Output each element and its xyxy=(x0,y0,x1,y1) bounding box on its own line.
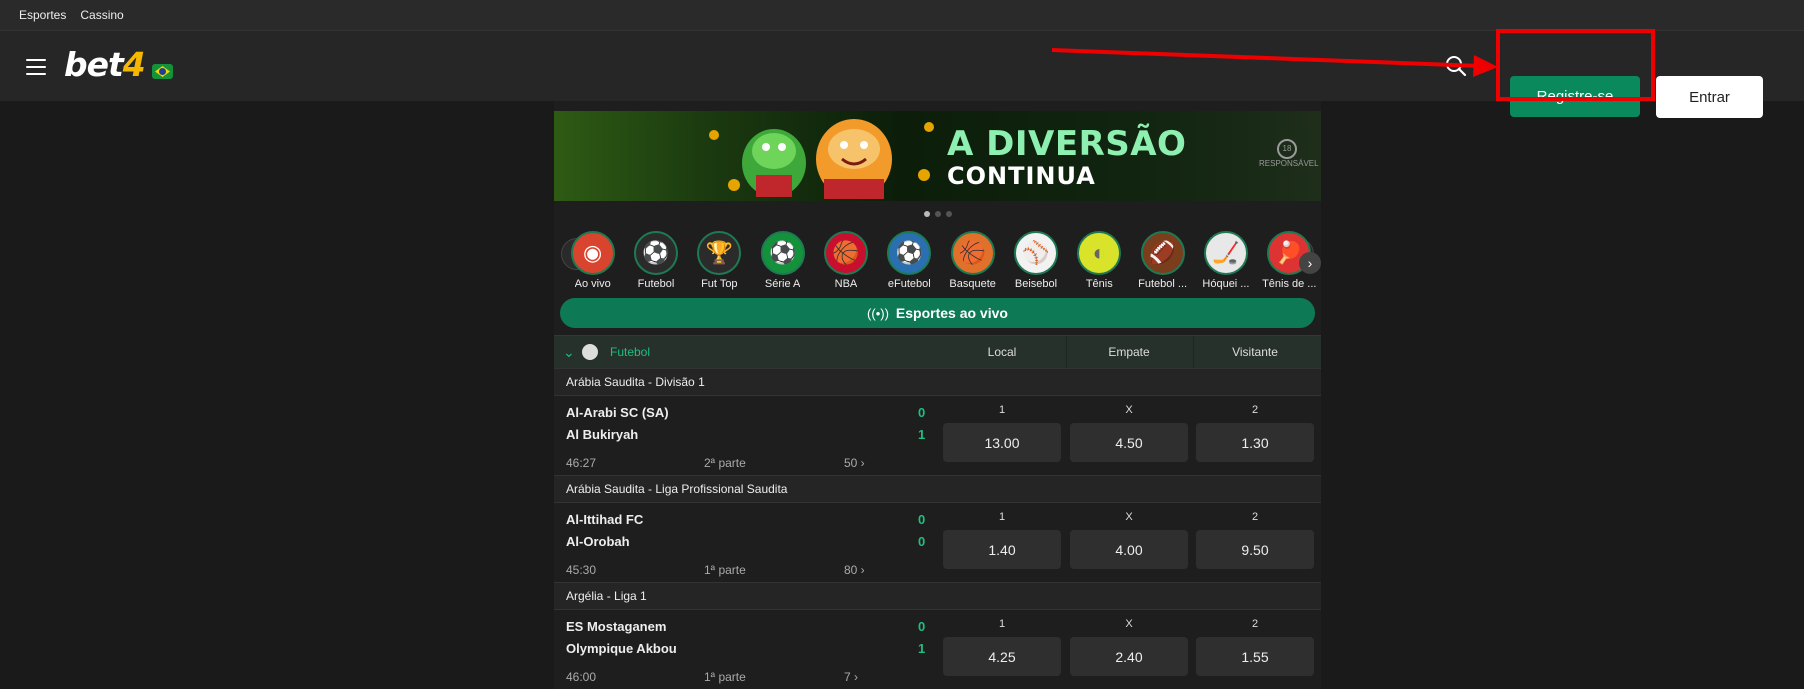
carousel-dots xyxy=(554,211,1321,219)
nav-cassino[interactable]: Cassino xyxy=(80,8,123,22)
odd-button-home[interactable]: 13.00 xyxy=(943,423,1061,462)
odd-label-2: 2 xyxy=(1251,618,1259,630)
home-team: Al-Ittihad FC xyxy=(566,512,644,527)
hamburger-menu-icon[interactable] xyxy=(26,59,46,75)
efootball-icon: ⚽ xyxy=(887,231,932,275)
trophy-icon: 🏆 xyxy=(697,231,742,275)
sport-ao-vivo[interactable]: ◉ Ao vivo xyxy=(561,231,624,291)
home-score: 0 xyxy=(918,405,926,420)
odd-button-home[interactable]: 1.40 xyxy=(943,530,1061,569)
carousel-dot[interactable] xyxy=(934,211,941,217)
odd-label-x: X xyxy=(1125,618,1133,630)
header-empate: Empate xyxy=(1108,345,1150,359)
home-score: 0 xyxy=(918,619,926,634)
sport-fut-top[interactable]: 🏆 Fut Top xyxy=(688,231,751,291)
highlight-box xyxy=(1496,29,1655,101)
sports-next-button[interactable]: › xyxy=(1299,252,1321,274)
header-visitante: Visitante xyxy=(1232,345,1278,359)
odd-label-1: 1 xyxy=(998,618,1006,630)
odd-button-draw[interactable]: 2.40 xyxy=(1070,637,1188,676)
logo[interactable]: bet4 xyxy=(64,45,146,84)
sport-serie-a[interactable]: ⚽ Série A xyxy=(751,231,814,291)
sport-basquete[interactable]: 🏀 Basquete xyxy=(941,231,1004,291)
baseball-icon: ⚾ xyxy=(1013,231,1058,275)
home-score: 0 xyxy=(918,512,926,527)
sport-beisebol[interactable]: ⚾ Beisebol xyxy=(1004,231,1067,291)
odd-button-draw[interactable]: 4.50 xyxy=(1070,423,1188,462)
odd-label-x: X xyxy=(1125,404,1133,416)
live-icon: ◉ xyxy=(570,231,615,275)
home-team: Al-Arabi SC (SA) xyxy=(566,405,669,420)
main-content: A DIVERSÃO CONTINUA 18RESPONSÁVEL ‹ › ◉ … xyxy=(554,101,1321,689)
away-score: 1 xyxy=(918,427,926,442)
sport-nba[interactable]: 🏀 NBA xyxy=(814,231,877,291)
tennis-ball-icon: ◐ xyxy=(1077,231,1122,275)
away-team: Al-Orobah xyxy=(566,534,630,549)
match-period: 2ª parte xyxy=(704,456,746,470)
league-header[interactable]: Arábia Saudita - Liga Profissional Saudi… xyxy=(554,475,1321,503)
match-time: 46:00 xyxy=(566,670,597,684)
responsible-badge: 18 RESPONSÁVEL xyxy=(1259,139,1319,168)
american-football-icon: 🏈 xyxy=(1140,231,1185,275)
league-header[interactable]: Arábia Saudita - Divisão 1 xyxy=(554,368,1321,396)
match-row[interactable]: Al-Arabi SC (SA) Al Bukiryah 0 1 46:27 2… xyxy=(554,396,1321,475)
brazil-flag-icon xyxy=(152,64,173,79)
hockey-icon: 🏒 xyxy=(1203,231,1248,275)
brazil-ball-icon: ⚽ xyxy=(760,231,805,275)
odd-label-2: 2 xyxy=(1251,511,1259,523)
more-markets-link[interactable]: 50 › xyxy=(844,456,865,470)
sport-tenis[interactable]: ◐ Tênis xyxy=(1068,231,1131,291)
odd-button-draw[interactable]: 4.00 xyxy=(1070,530,1188,569)
odd-button-home[interactable]: 4.25 xyxy=(943,637,1061,676)
live-sports-button[interactable]: ((•)) Esportes ao vivo xyxy=(560,298,1315,328)
more-markets-link[interactable]: 80 › xyxy=(844,563,865,577)
sport-efutebol[interactable]: ⚽ eFutebol xyxy=(878,231,941,291)
match-time: 46:27 xyxy=(566,456,597,470)
match-row[interactable]: ES Mostaganem Olympique Akbou 0 1 46:00 … xyxy=(554,610,1321,689)
odd-label-1: 1 xyxy=(998,511,1006,523)
soccer-ball-icon xyxy=(582,344,598,360)
sport-futebol-americano[interactable]: 🏈 Futebol ... xyxy=(1131,231,1194,291)
away-team: Al Bukiryah xyxy=(566,427,639,442)
odd-button-away[interactable]: 9.50 xyxy=(1196,530,1314,569)
live-broadcast-icon: ((•)) xyxy=(867,305,889,321)
odd-button-away[interactable]: 1.55 xyxy=(1196,637,1314,676)
sport-futebol[interactable]: ⚽ Futebol xyxy=(624,231,687,291)
away-score: 1 xyxy=(918,641,926,656)
divider xyxy=(1066,336,1067,369)
header-local: Local xyxy=(987,345,1017,359)
match-row[interactable]: Al-Ittihad FC Al-Orobah 0 0 45:30 1ª par… xyxy=(554,503,1321,582)
home-team: ES Mostaganem xyxy=(566,619,667,634)
basketball-icon: 🏀 xyxy=(950,231,995,275)
match-period: 1ª parte xyxy=(704,670,746,684)
top-nav: Esportes Cassino xyxy=(0,0,1804,31)
carousel-dot[interactable] xyxy=(923,211,930,217)
chevron-down-icon[interactable]: ⌄ xyxy=(563,344,575,361)
sports-carousel: ◉ Ao vivo ⚽ Futebol 🏆 Fut Top ⚽ Série A … xyxy=(561,231,1321,291)
away-score: 0 xyxy=(918,534,926,549)
nba-icon: 🏀 xyxy=(823,231,868,275)
banner-mascots xyxy=(709,119,934,199)
odd-label-1: 1 xyxy=(998,404,1006,416)
odd-label-x: X xyxy=(1125,511,1133,523)
match-period: 1ª parte xyxy=(704,563,746,577)
sport-hoquei[interactable]: 🏒 Hóquei ... xyxy=(1194,231,1257,291)
soccer-ball-icon: ⚽ xyxy=(633,231,678,275)
odd-label-2: 2 xyxy=(1251,404,1259,416)
login-button[interactable]: Entrar xyxy=(1656,76,1763,118)
sport-title: Futebol xyxy=(610,345,651,359)
promo-banner[interactable]: A DIVERSÃO CONTINUA 18 RESPONSÁVEL xyxy=(554,111,1321,201)
banner-text: A DIVERSÃO CONTINUA xyxy=(947,124,1187,190)
nav-esportes[interactable]: Esportes xyxy=(19,8,66,22)
away-team: Olympique Akbou xyxy=(566,641,677,656)
league-header[interactable]: Argélia - Liga 1 xyxy=(554,582,1321,610)
market-header: ⌄ Futebol Local Empate Visitante xyxy=(554,335,1321,369)
divider xyxy=(1193,336,1194,369)
odd-button-away[interactable]: 1.30 xyxy=(1196,423,1314,462)
more-markets-link[interactable]: 7 › xyxy=(844,670,858,684)
carousel-dot[interactable] xyxy=(945,211,952,217)
match-time: 45:30 xyxy=(566,563,597,577)
annotation-arrow xyxy=(1051,48,1498,77)
